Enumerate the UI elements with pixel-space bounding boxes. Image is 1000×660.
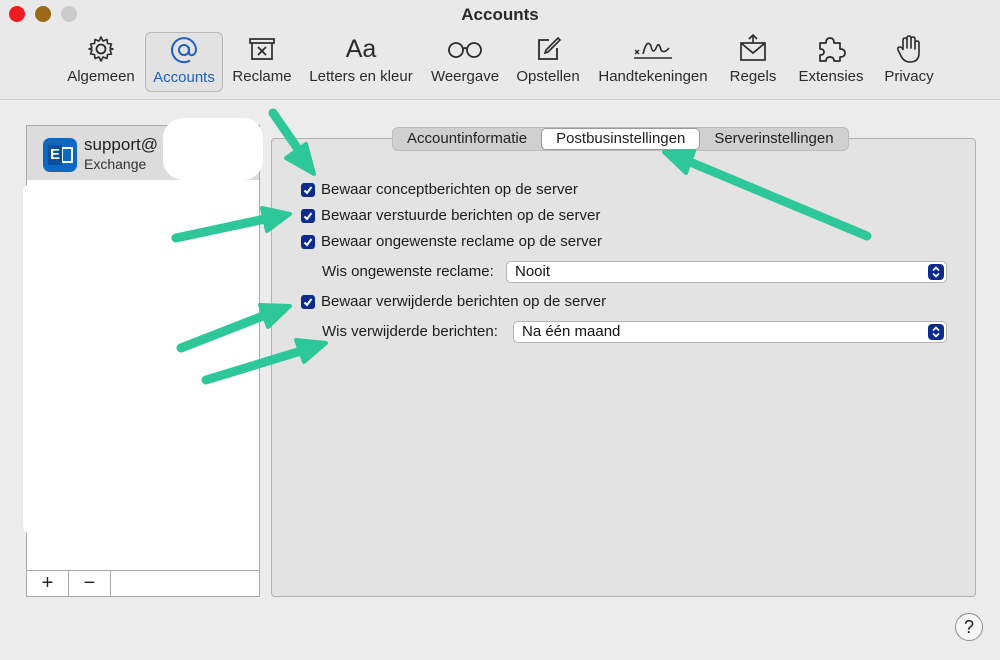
- toolbar-label-accounts: Accounts: [153, 69, 215, 86]
- toolbar-label-weergave: Weergave: [430, 68, 500, 85]
- rules-icon: [737, 32, 769, 66]
- toolbar-item-reclame[interactable]: Reclame: [228, 32, 296, 92]
- drafts-checkbox[interactable]: [301, 182, 315, 197]
- font-icon: Aa: [345, 34, 377, 63]
- tab-postbusinstellingen[interactable]: Postbusinstellingen: [541, 128, 701, 150]
- toolbar-label-extensies: Extensies: [798, 68, 864, 85]
- junk-erase-label: Wis ongewenste reclame:: [322, 263, 494, 280]
- checkmark-icon: [303, 211, 313, 221]
- account-list-footer: + −: [27, 570, 259, 596]
- checkmark-icon: [303, 237, 313, 247]
- toolbar-item-handtekeningen[interactable]: Handtekeningen: [592, 32, 714, 92]
- toolbar-item-weergave[interactable]: Weergave: [426, 32, 504, 92]
- toolbar-item-letters-en-kleur[interactable]: Aa Letters en kleur: [304, 32, 418, 92]
- junk-checkbox[interactable]: [301, 234, 315, 249]
- stepper-icon: [928, 324, 944, 340]
- tab-bar: Accountinformatie Postbusinstellingen Se…: [392, 127, 849, 151]
- redaction-patch: [23, 184, 103, 534]
- drafts-label: Bewaar conceptberichten op de server: [321, 181, 578, 198]
- deleted-checkbox[interactable]: [301, 294, 315, 309]
- sent-label: Bewaar verstuurde berichten op de server: [321, 207, 601, 224]
- toolbar-label-regels: Regels: [729, 68, 777, 85]
- toolbar-label-letters-en-kleur: Letters en kleur: [309, 68, 413, 85]
- toolbar-item-accounts[interactable]: Accounts: [145, 32, 223, 92]
- checkmark-icon: [303, 297, 313, 307]
- setting-drafts: Bewaar conceptberichten op de server: [301, 181, 578, 198]
- signature-icon: [631, 32, 675, 66]
- toolbar-item-opstellen[interactable]: Opstellen: [512, 32, 584, 92]
- at-icon: [169, 33, 199, 67]
- add-account-button[interactable]: +: [27, 571, 69, 596]
- toolbar-label-algemeen: Algemeen: [67, 68, 135, 85]
- tab-serverinstellingen[interactable]: Serverinstellingen: [700, 128, 847, 150]
- toolbar-item-algemeen[interactable]: Algemeen: [62, 32, 140, 92]
- toolbar-item-extensies[interactable]: Extensies: [792, 32, 870, 92]
- toolbar-item-privacy[interactable]: Privacy: [878, 32, 940, 92]
- redaction-patch: [163, 118, 263, 180]
- toolbar-item-regels[interactable]: Regels: [722, 32, 784, 92]
- account-list: E support@ Exchange + −: [23, 118, 263, 597]
- puzzle-icon: [815, 32, 847, 66]
- deleted-erase-select[interactable]: Na één maand: [513, 321, 947, 343]
- title-bar: Accounts Algemeen Accounts Reclame Aa Le…: [0, 0, 1000, 100]
- junk-label: Bewaar ongewenste reclame op de server: [321, 233, 602, 250]
- junk-icon: [246, 32, 278, 66]
- window-title: Accounts: [461, 5, 539, 24]
- setting-junk: Bewaar ongewenste reclame op de server: [301, 233, 602, 250]
- setting-sent: Bewaar verstuurde berichten op de server: [301, 207, 600, 224]
- setting-deleted: Bewaar verwijderde berichten op de serve…: [301, 293, 606, 310]
- toolbar-label-reclame: Reclame: [232, 68, 292, 85]
- help-button[interactable]: ?: [955, 613, 983, 641]
- account-name: support@: [84, 135, 158, 154]
- stepper-icon: [928, 264, 944, 280]
- tab-accountinformatie[interactable]: Accountinformatie: [393, 128, 541, 150]
- hand-icon: [894, 32, 924, 66]
- setting-junk-erase: Wis ongewenste reclame:: [322, 263, 494, 280]
- deleted-erase-value: Na één maand: [522, 323, 621, 340]
- toolbar-label-privacy: Privacy: [884, 68, 934, 85]
- exchange-icon: E: [43, 138, 77, 172]
- remove-account-button[interactable]: −: [69, 571, 111, 596]
- gear-icon: [86, 32, 116, 66]
- junk-erase-value: Nooit: [515, 263, 551, 280]
- deleted-label: Bewaar verwijderde berichten op de serve…: [321, 293, 607, 310]
- junk-erase-select[interactable]: Nooit: [506, 261, 947, 283]
- toolbar-label-handtekeningen: Handtekeningen: [598, 68, 708, 85]
- glasses-icon: [445, 32, 485, 66]
- toolbar-label-opstellen: Opstellen: [516, 68, 580, 85]
- deleted-erase-label: Wis verwijderde berichten:: [322, 323, 498, 340]
- account-type: Exchange: [84, 156, 147, 172]
- compose-icon: [533, 32, 563, 66]
- sent-checkbox[interactable]: [301, 208, 315, 223]
- setting-deleted-erase: Wis verwijderde berichten:: [322, 323, 498, 340]
- checkmark-icon: [303, 185, 313, 195]
